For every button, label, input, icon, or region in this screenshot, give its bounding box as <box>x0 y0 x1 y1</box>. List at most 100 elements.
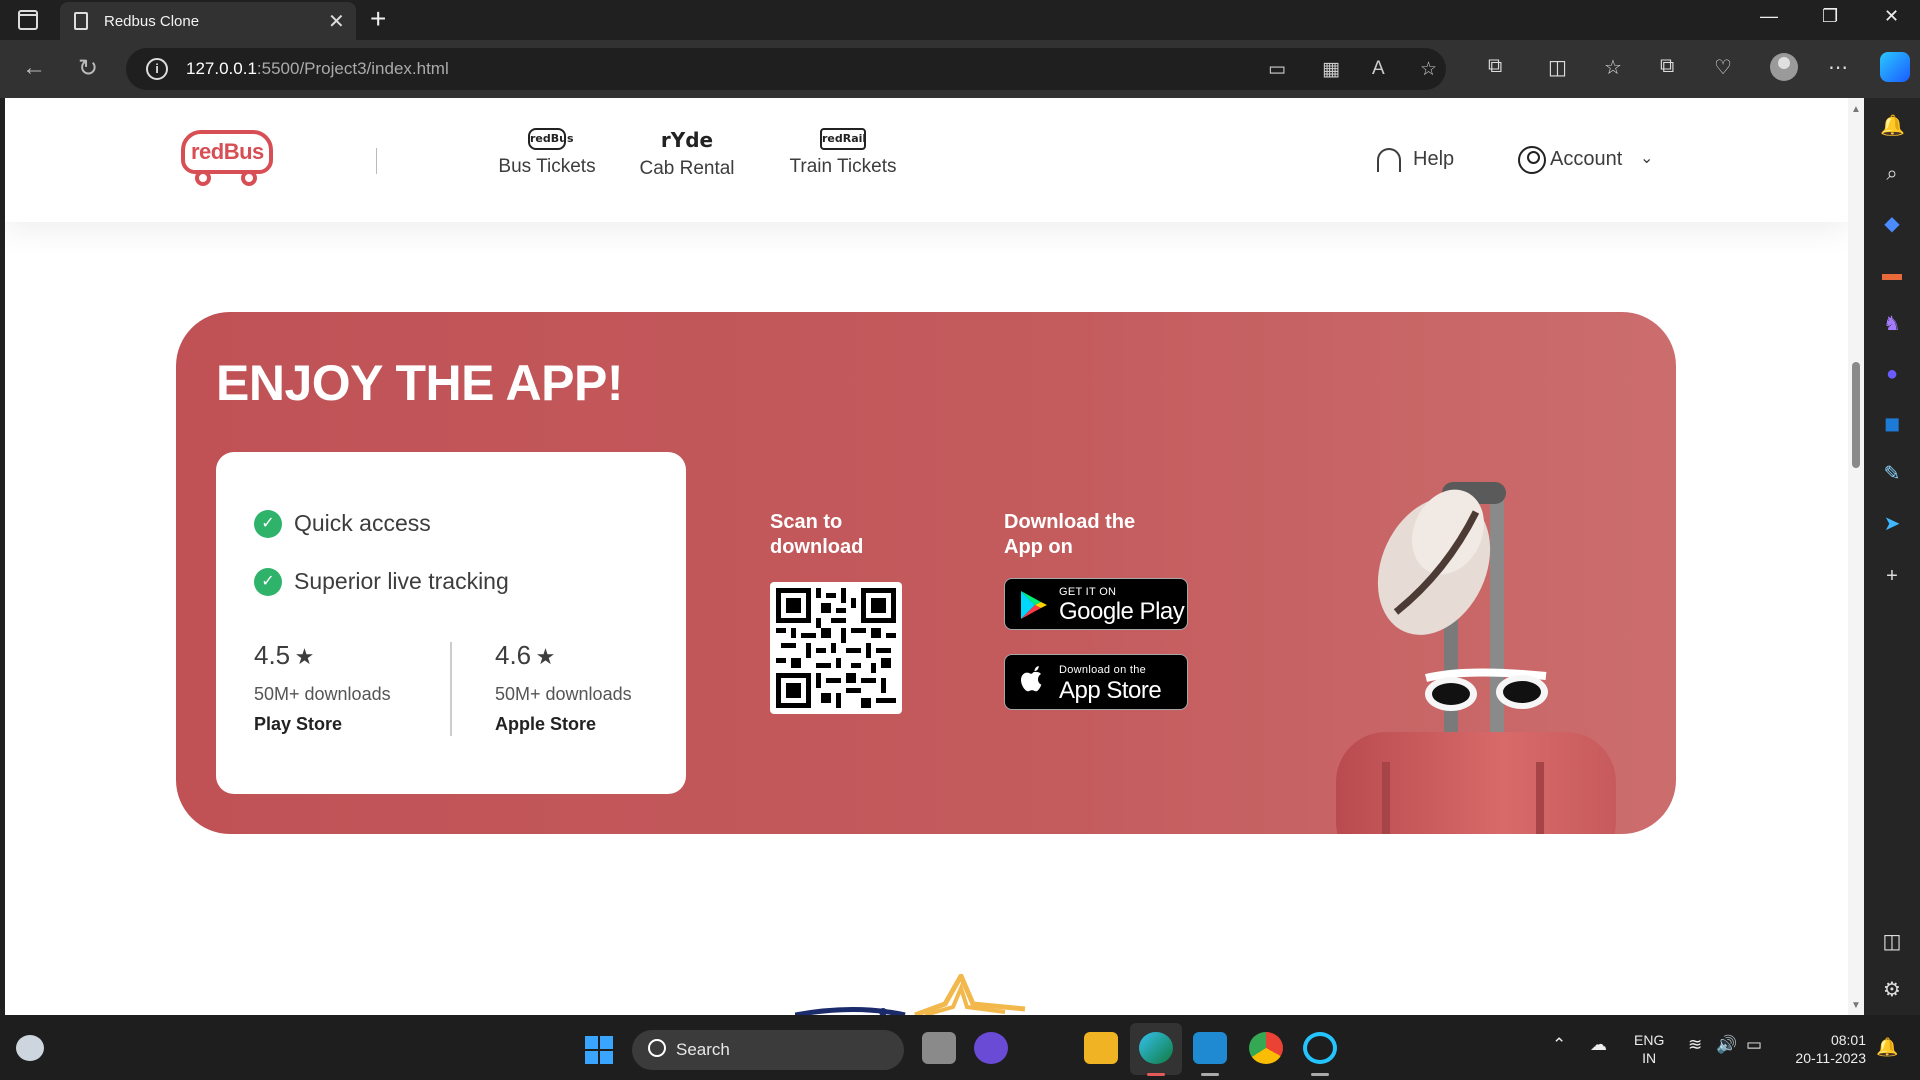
vscode-icon[interactable] <box>1193 1032 1227 1064</box>
nav-cab-rental[interactable]: rYde Cab Rental <box>632 128 742 180</box>
url-text: 127.0.0.1:5500/Project3/index.html <box>186 59 449 79</box>
browser-toolbar: ← ↻ i 127.0.0.1:5500/Project3/index.html… <box>0 40 1920 98</box>
more-menu-icon[interactable]: ⋯ <box>1828 55 1848 80</box>
language-code: ENG <box>1634 1032 1665 1048</box>
wifi-icon[interactable]: ≋ <box>1688 1035 1702 1055</box>
region-code: IN <box>1642 1050 1657 1066</box>
tools-icon[interactable]: ▬ <box>1880 262 1904 286</box>
header-divider <box>376 148 377 174</box>
volume-icon[interactable]: 🔊 <box>1716 1035 1737 1055</box>
scan-title: Scan to download <box>770 511 864 558</box>
url-path: :5500/Project3/index.html <box>256 59 449 78</box>
check-icon: ✓ <box>254 568 282 596</box>
close-tab-icon[interactable]: ✕ <box>328 9 345 34</box>
download-title: Download the App on <box>1004 511 1136 558</box>
nav-train-tickets[interactable]: redRail Train Tickets <box>779 128 907 178</box>
add-icon[interactable]: + <box>1880 564 1904 588</box>
windows-taskbar: Search ⌃ ☁ ENG IN ≋ 🔊 ▭ 08:01 20-11-2023… <box>0 1015 1920 1080</box>
app-available-icon[interactable]: ▭ <box>1268 58 1286 81</box>
chrome-icon[interactable] <box>1249 1032 1283 1064</box>
bus-icon: redBus <box>528 128 574 150</box>
hide-sidebar-icon[interactable]: ◫ <box>1880 930 1904 954</box>
qr-share-icon[interactable]: ▦ <box>1322 58 1340 81</box>
ryde-icon: rYde <box>660 128 714 152</box>
new-tab-icon[interactable]: + <box>370 3 386 35</box>
nav-label: Cab Rental <box>639 158 735 179</box>
rating-apple-store: 4.6 ★ 50M+ downloads Apple Store <box>495 640 632 734</box>
store-small-text: Download on the <box>1059 664 1147 676</box>
battery-icon[interactable]: ▭ <box>1746 1035 1762 1055</box>
app-store-button[interactable]: Download on the App Store <box>1004 654 1188 710</box>
split-screen-icon[interactable]: ◫ <box>1548 55 1567 80</box>
outlook-icon[interactable]: ◼ <box>1880 412 1904 436</box>
chevron-up-icon[interactable]: ⌃ <box>1552 1035 1566 1055</box>
redbus-logo[interactable]: redBus <box>181 130 275 188</box>
running-indicator <box>1311 1073 1329 1076</box>
document-icon <box>74 12 88 30</box>
system-clock[interactable]: 08:01 20-11-2023 <box>1786 1031 1866 1067</box>
site-info-icon[interactable]: i <box>146 58 168 80</box>
minimize-icon[interactable]: — <box>1760 6 1778 27</box>
close-window-icon[interactable]: ✕ <box>1884 6 1899 27</box>
back-icon[interactable]: ← <box>22 54 46 82</box>
favorites-icon[interactable]: ☆ <box>1604 55 1622 80</box>
site-header: redBus redBus Bus Tickets rYde Cab Renta… <box>5 98 1848 222</box>
extensions-icon[interactable]: ⧉ <box>1488 55 1502 78</box>
windows-start-icon[interactable] <box>585 1036 613 1064</box>
favorite-star-icon[interactable]: ☆ <box>1420 58 1437 81</box>
settings-gear-icon[interactable]: ⚙ <box>1880 978 1904 1002</box>
browser-tab[interactable]: Redbus Clone ✕ <box>60 2 356 40</box>
nav-bus-tickets[interactable]: redBus Bus Tickets <box>489 128 605 178</box>
feature-label: Superior live tracking <box>294 568 509 594</box>
rating-downloads: 50M+ downloads <box>495 684 632 704</box>
games-icon[interactable]: ♞ <box>1880 312 1904 336</box>
search-icon <box>648 1039 666 1057</box>
nav-label: Bus Tickets <box>498 156 596 177</box>
read-aloud-icon[interactable]: A <box>1372 58 1385 80</box>
nav-label: Train Tickets <box>789 156 897 177</box>
url-host: 127.0.0.1 <box>186 59 257 78</box>
language-indicator[interactable]: ENG IN <box>1634 1031 1664 1067</box>
send-icon[interactable]: ➤ <box>1880 512 1904 536</box>
running-indicator <box>1201 1073 1219 1076</box>
alexa-icon[interactable] <box>1303 1032 1337 1064</box>
file-explorer-icon[interactable] <box>1084 1032 1118 1064</box>
banner-title: ENJOY THE APP! <box>216 355 624 411</box>
scroll-up-icon[interactable]: ▲ <box>1851 104 1861 115</box>
page-scrollbar[interactable]: ▲ ▼ <box>1848 98 1864 1015</box>
teams-icon[interactable] <box>974 1032 1008 1064</box>
taskbar-search[interactable]: Search <box>632 1030 904 1070</box>
restore-icon[interactable]: ❐ <box>1822 6 1838 27</box>
task-view-icon[interactable] <box>922 1032 956 1064</box>
account-label: Account <box>1550 148 1623 170</box>
luggage-illustration <box>1336 482 1616 834</box>
microsoft-365-icon[interactable]: ● <box>1880 362 1904 386</box>
notification-bell-icon[interactable]: 🔔 <box>1876 1037 1898 1058</box>
tab-actions-icon[interactable] <box>18 10 38 30</box>
chevron-down-icon: ⌄ <box>1640 150 1654 167</box>
copilot-icon[interactable] <box>1880 52 1910 82</box>
onedrive-cloud-icon[interactable]: ☁ <box>1590 1035 1607 1055</box>
reload-icon[interactable]: ↻ <box>78 54 98 83</box>
tab-title: Redbus Clone <box>104 13 200 30</box>
feature-label: Quick access <box>294 510 431 536</box>
scroll-thumb[interactable] <box>1852 362 1860 468</box>
app-download-banner: ENJOY THE APP! ✓ Quick access ✓ Superior… <box>176 312 1676 834</box>
designer-icon[interactable]: ✎ <box>1880 462 1904 486</box>
edge-browser-icon[interactable] <box>1139 1032 1173 1064</box>
google-play-button[interactable]: GET IT ON Google Play <box>1004 578 1188 630</box>
collections-icon[interactable]: ⧉ <box>1660 55 1674 78</box>
weather-icon[interactable] <box>16 1035 44 1061</box>
address-bar[interactable]: i 127.0.0.1:5500/Project3/index.html ▭ ▦… <box>126 48 1446 90</box>
clock-time: 08:01 <box>1830 1032 1866 1048</box>
bell-icon[interactable]: 🔔 <box>1880 114 1905 138</box>
shopping-tag-icon[interactable]: ◆ <box>1880 212 1904 236</box>
profile-avatar[interactable] <box>1770 53 1798 81</box>
page-viewport: redBus redBus Bus Tickets rYde Cab Renta… <box>5 98 1848 1015</box>
search-icon[interactable]: ⌕ <box>1880 162 1904 186</box>
logo-bus-shape: redBus <box>181 130 273 174</box>
browser-sidebar: 🔔 ⌕ ◆ ▬ ♞ ● ◼ ✎ ➤ + ◫ ⚙ <box>1864 98 1920 1015</box>
headset-icon <box>1377 148 1401 172</box>
browser-essentials-icon[interactable]: ♡ <box>1714 55 1732 80</box>
scroll-down-icon[interactable]: ▼ <box>1851 1000 1861 1011</box>
